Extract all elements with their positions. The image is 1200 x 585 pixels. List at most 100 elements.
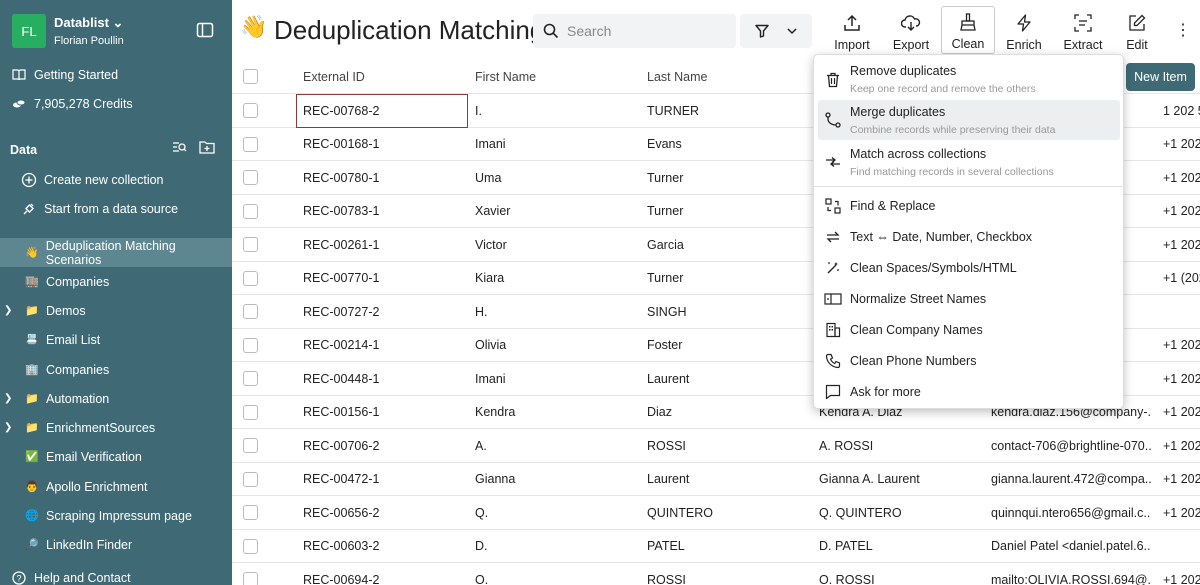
table-cell[interactable]: quinnqui.ntero656@gmail.c... [991, 496, 1151, 529]
import-button[interactable]: Import [829, 6, 875, 54]
row-checkbox[interactable] [243, 371, 258, 386]
table-cell[interactable]: Q. QUINTERO [819, 496, 979, 529]
sidebar-getting-started[interactable]: Getting Started [10, 66, 118, 84]
table-cell[interactable]: REC-00770-1 [303, 262, 463, 295]
row-checkbox[interactable] [243, 304, 258, 319]
row-checkbox[interactable] [243, 270, 258, 286]
menu-item-clean-spaces[interactable]: Clean Spaces/Symbols/HTML [818, 256, 1120, 280]
row-checkbox[interactable] [243, 337, 258, 353]
table-cell[interactable]: A. [475, 429, 635, 462]
table-row[interactable]: REC-00694-2 O. ROSSI O. ROSSI mailto:OLIVIA.… [232, 562, 1200, 585]
table-cell[interactable]: Laurent [647, 362, 807, 395]
table-cell[interactable]: Imani [475, 362, 635, 395]
menu-item-normalize-streets[interactable]: Normalize Street Names [818, 287, 1120, 311]
table-cell[interactable]: Gianna [475, 463, 635, 496]
filter-button[interactable] [740, 14, 812, 48]
table-cell[interactable]: I. [475, 94, 635, 127]
table-cell[interactable]: 1 202 5 [1163, 94, 1200, 127]
table-cell[interactable]: +1 202 [1163, 463, 1200, 496]
table-cell[interactable]: REC-00472-1 [303, 463, 463, 496]
table-cell[interactable]: Uma [475, 161, 635, 194]
sidebar-item[interactable]: 👨 Apollo Enrichment [0, 472, 232, 501]
table-cell[interactable]: REC-00603-2 [303, 530, 463, 563]
table-cell[interactable]: ROSSI [647, 563, 807, 585]
menu-item-text-convert[interactable]: Text ⇔ Date, Number, Checkbox [818, 225, 1120, 249]
sidebar-item[interactable]: 🏢 Companies [0, 355, 232, 384]
column-header-last-name[interactable]: Last Name [647, 60, 707, 93]
table-cell[interactable]: REC-00694-2 [303, 563, 463, 585]
table-cell[interactable]: Xavier [475, 195, 635, 228]
table-cell[interactable]: Evans [647, 128, 807, 161]
table-cell[interactable]: Diaz [647, 396, 807, 429]
search-collections-icon[interactable] [172, 140, 187, 154]
table-cell[interactable]: +1 202 [1163, 429, 1200, 462]
sidebar-item[interactable]: 📇 Email List [0, 325, 232, 354]
more-options-icon[interactable]: ⋮ [1175, 20, 1191, 40]
row-checkbox[interactable] [243, 438, 258, 453]
row-checkbox[interactable] [243, 538, 258, 554]
sidebar-item[interactable]: 🌐 Scraping Impressum page [0, 501, 232, 530]
table-cell[interactable]: H. [475, 295, 635, 328]
row-checkbox[interactable] [243, 572, 258, 585]
table-cell[interactable]: +1 202 [1163, 228, 1200, 261]
row-checkbox[interactable] [243, 136, 258, 152]
edit-button[interactable]: Edit [1120, 6, 1154, 54]
table-cell[interactable]: Imani [475, 128, 635, 161]
table-cell[interactable]: +1 202 [1163, 161, 1200, 194]
workspace-switcher[interactable]: FL Datablist ⌄ Florian Poullin [12, 14, 124, 48]
sidebar-item[interactable]: 🏬 Companies [0, 267, 232, 296]
chevron-right-icon[interactable]: ❯ [4, 393, 12, 404]
table-cell[interactable]: Daniel Patel <daniel.patel.6... [991, 530, 1151, 563]
collapse-sidebar-icon[interactable] [196, 22, 214, 38]
menu-item-match-collections[interactable]: Match across collections Find matching r… [818, 142, 1120, 182]
sidebar-item[interactable]: 👋 Deduplication Matching Scenarios [0, 238, 232, 267]
table-cell[interactable]: QUINTERO [647, 496, 807, 529]
table-row[interactable]: REC-00603-2 D. PATEL D. PATEL Daniel Patel <… [232, 528, 1200, 563]
search-box[interactable] [533, 14, 736, 48]
menu-item-ask-for-more[interactable]: Ask for more [818, 380, 1120, 404]
sidebar-item[interactable]: ❯ 📁 Demos [0, 296, 232, 325]
table-cell[interactable]: Olivia [475, 329, 635, 362]
menu-item-clean-phone-numbers[interactable]: Clean Phone Numbers [818, 349, 1120, 373]
sidebar-item[interactable]: ✅ Email Verification [0, 442, 232, 471]
table-cell[interactable]: Victor [475, 228, 635, 261]
table-cell[interactable]: +1 202 [1163, 195, 1200, 228]
row-checkbox[interactable] [243, 505, 258, 520]
table-cell[interactable]: Turner [647, 262, 807, 295]
enrich-button[interactable]: Enrich [1003, 6, 1045, 54]
table-cell[interactable]: REC-00448-1 [303, 362, 463, 395]
row-checkbox[interactable] [243, 170, 258, 185]
menu-item-merge-duplicates[interactable]: Merge duplicates Combine records while p… [818, 100, 1120, 140]
select-all-checkbox[interactable] [243, 69, 258, 84]
start-data-source-button[interactable]: Start from a data source [20, 200, 178, 218]
table-cell[interactable]: Q. [475, 496, 635, 529]
table-cell[interactable]: contact-706@brightline-070... [991, 429, 1151, 462]
sidebar-item[interactable]: ❯ 📁 EnrichmentSources [0, 413, 232, 442]
table-cell[interactable]: Turner [647, 195, 807, 228]
table-cell[interactable]: +1 202 [1163, 329, 1200, 362]
table-cell[interactable]: TURNER [647, 94, 807, 127]
column-header-external-id[interactable]: External ID [303, 60, 365, 93]
table-cell[interactable]: REC-00168-1 [303, 128, 463, 161]
table-cell[interactable]: REC-00727-2 [303, 295, 463, 328]
table-cell[interactable]: +1 202 [1163, 563, 1200, 585]
table-cell[interactable]: +1 202 [1163, 496, 1200, 529]
chevron-right-icon[interactable]: ❯ [4, 422, 12, 433]
table-cell[interactable]: +1 (202 [1163, 262, 1200, 295]
sidebar-item[interactable]: 🔎 LinkedIn Finder [0, 530, 232, 559]
row-checkbox[interactable] [243, 404, 258, 420]
table-cell[interactable]: REC-00656-2 [303, 496, 463, 529]
table-cell[interactable]: Laurent [647, 463, 807, 496]
export-button[interactable]: Export [888, 6, 934, 54]
help-contact[interactable]: ? Help and Contact [10, 569, 131, 585]
table-cell[interactable]: Garcia [647, 228, 807, 261]
table-cell[interactable]: O. ROSSI [819, 563, 979, 585]
table-cell[interactable]: Kiara [475, 262, 635, 295]
clean-button[interactable]: Clean [941, 6, 995, 54]
table-cell[interactable]: D. PATEL [819, 530, 979, 563]
table-cell[interactable]: PATEL [647, 530, 807, 563]
menu-item-find-replace[interactable]: Find & Replace [818, 194, 1120, 218]
table-cell[interactable]: D. [475, 530, 635, 563]
table-row[interactable]: REC-00472-1 Gianna Laurent Gianna A. Lauren… [232, 461, 1200, 496]
new-folder-icon[interactable] [199, 140, 215, 154]
